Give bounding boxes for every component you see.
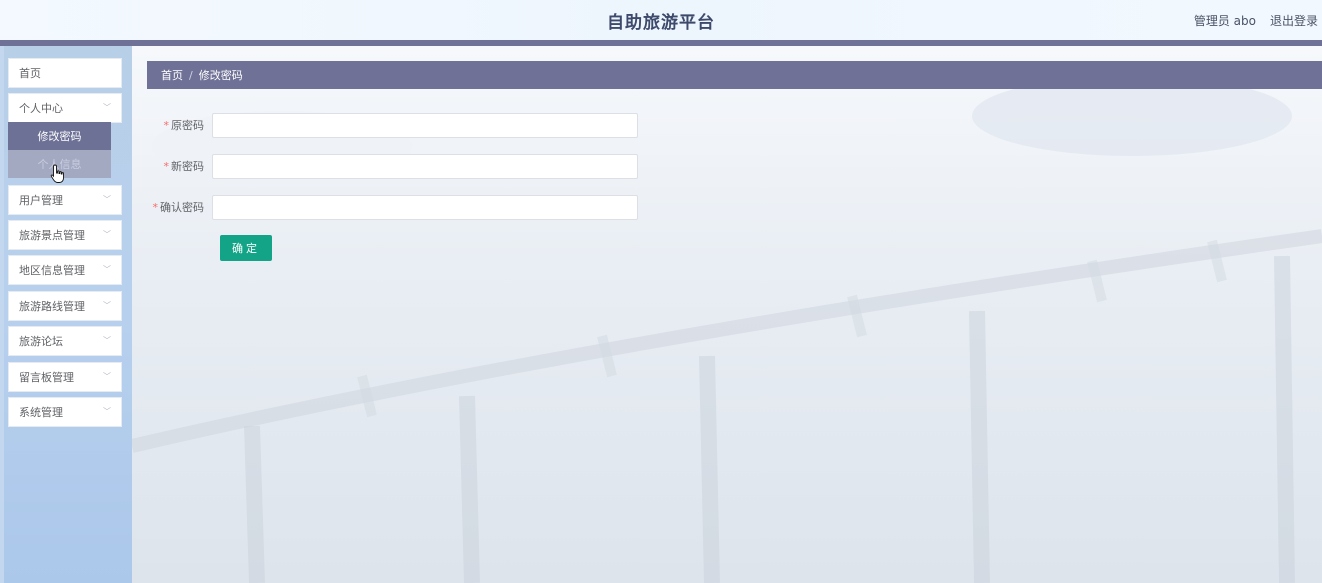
field-label-text: 新密码 [171, 160, 204, 173]
confirm-password-label: * 确认密码 [132, 199, 212, 215]
sidebar: 首页 个人中心 ﹀ 修改密码 个人信息 用户管理 ﹀ 旅游景点管理 ﹀ 地区信息… [0, 46, 132, 583]
sidebar-item-system-management[interactable]: 系统管理 ﹀ [8, 397, 122, 427]
confirm-button[interactable]: 确定 [220, 235, 272, 261]
sidebar-item-travel-forum[interactable]: 旅游论坛 ﹀ [8, 326, 122, 356]
chevron-down-icon: ﹀ [103, 265, 111, 274]
sidebar-item-home[interactable]: 首页 [8, 58, 122, 88]
field-label-text: 确认密码 [160, 201, 204, 214]
required-asterisk: * [163, 160, 170, 173]
submenu-item-change-password[interactable]: 修改密码 [8, 122, 111, 150]
sidebar-item-personal-center[interactable]: 个人中心 ﹀ [8, 93, 122, 123]
logout-link[interactable]: 退出登录 [1270, 12, 1318, 29]
field-label-text: 原密码 [171, 119, 204, 132]
sidebar-item-scenic-spots[interactable]: 旅游景点管理 ﹀ [8, 220, 122, 250]
chevron-down-icon: ﹀ [103, 336, 111, 345]
header-user-area: 管理员 abo 退出登录 [1194, 12, 1318, 29]
new-password-label: * 新密码 [132, 158, 212, 174]
sidebar-item-label: 用户管理 [19, 194, 63, 207]
sidebar-item-label: 旅游路线管理 [19, 300, 85, 313]
sidebar-item-region-info[interactable]: 地区信息管理 ﹀ [8, 255, 122, 285]
sidebar-item-user-management[interactable]: 用户管理 ﹀ [8, 185, 122, 215]
required-asterisk: * [152, 201, 159, 214]
top-header: 自助旅游平台 管理员 abo 退出登录 [0, 0, 1322, 40]
sidebar-item-label: 留言板管理 [19, 371, 74, 384]
form-row-old-password: * 原密码 [132, 112, 638, 138]
chevron-down-icon: ﹀ [103, 372, 111, 381]
confirm-password-input[interactable] [212, 194, 638, 220]
breadcrumb-separator: / [189, 68, 193, 82]
chevron-down-icon: ﹀ [103, 230, 111, 239]
sidebar-item-message-board[interactable]: 留言板管理 ﹀ [8, 362, 122, 392]
old-password-input[interactable] [212, 112, 638, 138]
sidebar-item-label: 系统管理 [19, 406, 63, 419]
sidebar-item-label: 旅游论坛 [19, 335, 63, 348]
breadcrumb-home[interactable]: 首页 [161, 67, 183, 83]
submenu-item-label: 修改密码 [37, 130, 82, 143]
form-row-confirm-password: * 确认密码 [132, 194, 638, 220]
chevron-down-icon: ﹀ [103, 301, 111, 310]
sidebar-item-label: 首页 [19, 67, 41, 80]
required-asterisk: * [163, 119, 170, 132]
chevron-down-icon: ﹀ [103, 407, 111, 416]
current-user-label: 管理员 abo [1193, 14, 1256, 28]
chevron-down-icon: ﹀ [103, 103, 111, 112]
app-title: 自助旅游平台 [607, 13, 715, 33]
breadcrumb: 首页 / 修改密码 [147, 61, 1322, 89]
form-row-new-password: * 新密码 [132, 153, 638, 179]
new-password-input[interactable] [212, 153, 638, 179]
breadcrumb-current: 修改密码 [198, 69, 243, 82]
chevron-down-icon: ﹀ [103, 195, 111, 204]
sidebar-item-label: 个人中心 [19, 102, 63, 115]
hand-pointer-icon [50, 164, 64, 183]
sidebar-item-label: 旅游景点管理 [19, 229, 85, 242]
sidebar-item-travel-routes[interactable]: 旅游路线管理 ﹀ [8, 291, 122, 321]
main-content: 首页 / 修改密码 * 原密码 * 新密码 * 确认密码 确定 [132, 46, 1322, 583]
old-password-label: * 原密码 [132, 117, 212, 133]
sidebar-item-label: 地区信息管理 [19, 264, 85, 277]
